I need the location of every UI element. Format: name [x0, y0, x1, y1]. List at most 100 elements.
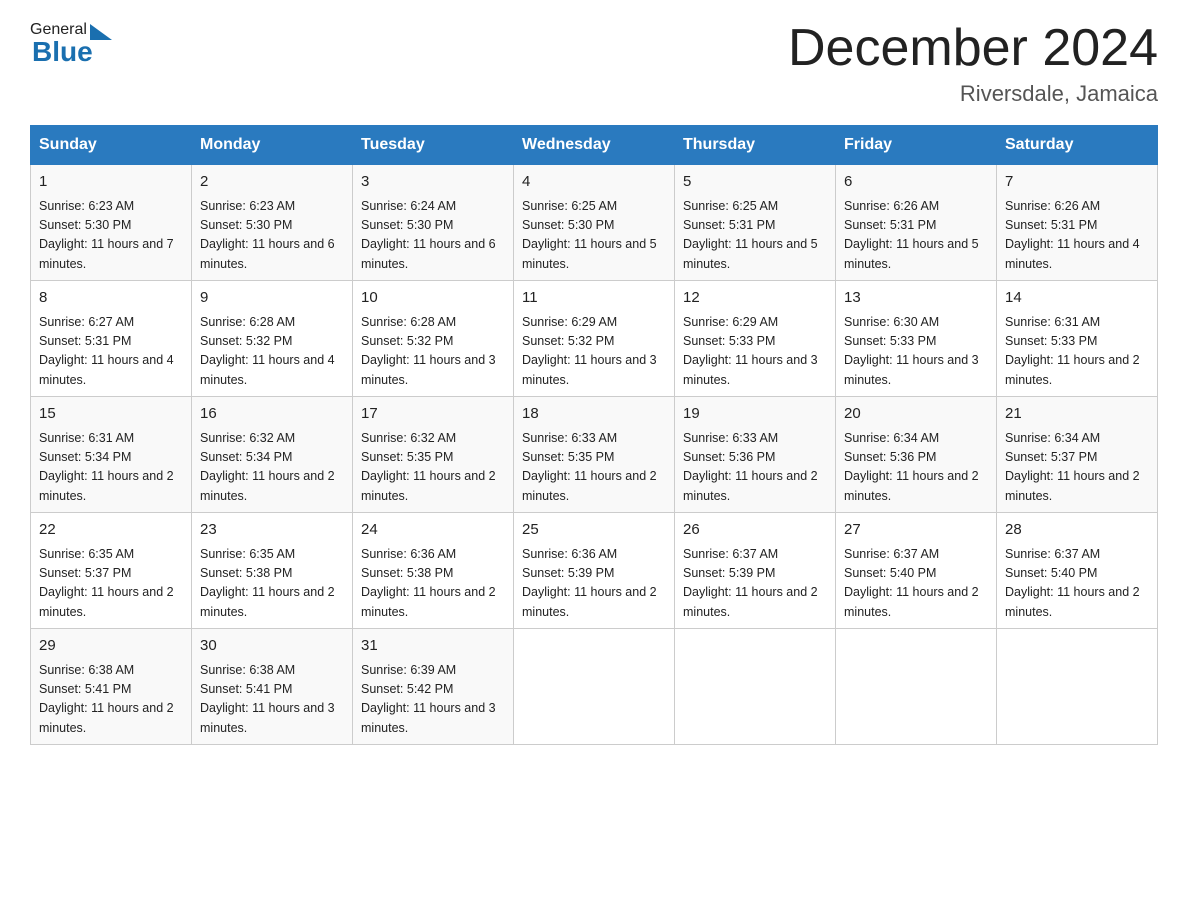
day-info: Sunrise: 6:33 AMSunset: 5:36 PMDaylight:… [683, 429, 827, 507]
day-info: Sunrise: 6:29 AMSunset: 5:33 PMDaylight:… [683, 313, 827, 391]
day-info: Sunrise: 6:33 AMSunset: 5:35 PMDaylight:… [522, 429, 666, 507]
calendar-cell: 18 Sunrise: 6:33 AMSunset: 5:35 PMDayligh… [514, 397, 675, 513]
day-number: 11 [522, 287, 666, 310]
day-number: 20 [844, 403, 988, 426]
day-number: 9 [200, 287, 344, 310]
calendar-cell: 16 Sunrise: 6:32 AMSunset: 5:34 PMDayligh… [192, 397, 353, 513]
calendar-cell [675, 629, 836, 745]
calendar-cell: 5 Sunrise: 6:25 AMSunset: 5:31 PMDaylight… [675, 165, 836, 281]
day-info: Sunrise: 6:29 AMSunset: 5:32 PMDaylight:… [522, 313, 666, 391]
day-number: 10 [361, 287, 505, 310]
day-number: 13 [844, 287, 988, 310]
calendar-cell: 2 Sunrise: 6:23 AMSunset: 5:30 PMDaylight… [192, 165, 353, 281]
calendar-cell: 30 Sunrise: 6:38 AMSunset: 5:41 PMDayligh… [192, 629, 353, 745]
header-right: December 2024 Riversdale, Jamaica [788, 20, 1158, 107]
calendar-cell: 29 Sunrise: 6:38 AMSunset: 5:41 PMDayligh… [31, 629, 192, 745]
day-number: 31 [361, 635, 505, 658]
calendar-cell: 12Sunrise: 6:29 AMSunset: 5:33 PMDayligh… [675, 281, 836, 397]
day-info: Sunrise: 6:25 AMSunset: 5:30 PMDaylight:… [522, 197, 666, 275]
day-info: Sunrise: 6:24 AMSunset: 5:30 PMDaylight:… [361, 197, 505, 275]
column-header-thursday: Thursday [675, 126, 836, 165]
day-info: Sunrise: 6:32 AMSunset: 5:35 PMDaylight:… [361, 429, 505, 507]
calendar-cell: 28 Sunrise: 6:37 AMSunset: 5:40 PMDayligh… [997, 513, 1158, 629]
calendar-header-row: SundayMondayTuesdayWednesdayThursdayFrid… [31, 126, 1158, 165]
day-number: 25 [522, 519, 666, 542]
calendar-cell: 14Sunrise: 6:31 AMSunset: 5:33 PMDayligh… [997, 281, 1158, 397]
day-number: 27 [844, 519, 988, 542]
day-info: Sunrise: 6:36 AMSunset: 5:38 PMDaylight:… [361, 545, 505, 623]
calendar-week-row: 22Sunrise: 6:35 AMSunset: 5:37 PMDayligh… [31, 513, 1158, 629]
calendar-cell [997, 629, 1158, 745]
day-number: 2 [200, 171, 344, 194]
calendar-cell: 17 Sunrise: 6:32 AMSunset: 5:35 PMDayligh… [353, 397, 514, 513]
calendar-cell: 26Sunrise: 6:37 AMSunset: 5:39 PMDayligh… [675, 513, 836, 629]
day-number: 23 [200, 519, 344, 542]
day-info: Sunrise: 6:37 AMSunset: 5:40 PMDaylight:… [1005, 545, 1149, 623]
month-title: December 2024 [788, 20, 1158, 77]
calendar-cell: 1 Sunrise: 6:23 AMSunset: 5:30 PMDaylight… [31, 165, 192, 281]
calendar-cell [514, 629, 675, 745]
calendar-cell: 15 Sunrise: 6:31 AMSunset: 5:34 PMDayligh… [31, 397, 192, 513]
calendar-cell: 21 Sunrise: 6:34 AMSunset: 5:37 PMDayligh… [997, 397, 1158, 513]
calendar-cell: 4 Sunrise: 6:25 AMSunset: 5:30 PMDaylight… [514, 165, 675, 281]
day-info: Sunrise: 6:38 AMSunset: 5:41 PMDaylight:… [200, 661, 344, 739]
logo-blue-text: Blue [32, 36, 112, 68]
day-info: Sunrise: 6:28 AMSunset: 5:32 PMDaylight:… [200, 313, 344, 391]
day-number: 17 [361, 403, 505, 426]
calendar-week-row: 29 Sunrise: 6:38 AMSunset: 5:41 PMDayligh… [31, 629, 1158, 745]
day-info: Sunrise: 6:27 AMSunset: 5:31 PMDaylight:… [39, 313, 183, 391]
column-header-friday: Friday [836, 126, 997, 165]
day-number: 1 [39, 171, 183, 194]
column-header-tuesday: Tuesday [353, 126, 514, 165]
day-number: 16 [200, 403, 344, 426]
day-info: Sunrise: 6:25 AMSunset: 5:31 PMDaylight:… [683, 197, 827, 275]
day-info: Sunrise: 6:23 AMSunset: 5:30 PMDaylight:… [200, 197, 344, 275]
column-header-saturday: Saturday [997, 126, 1158, 165]
calendar-cell: 20 Sunrise: 6:34 AMSunset: 5:36 PMDayligh… [836, 397, 997, 513]
column-header-wednesday: Wednesday [514, 126, 675, 165]
day-info: Sunrise: 6:26 AMSunset: 5:31 PMDaylight:… [844, 197, 988, 275]
calendar-cell: 25 Sunrise: 6:36 AMSunset: 5:39 PMDayligh… [514, 513, 675, 629]
day-info: Sunrise: 6:23 AMSunset: 5:30 PMDaylight:… [39, 197, 183, 275]
day-info: Sunrise: 6:35 AMSunset: 5:38 PMDaylight:… [200, 545, 344, 623]
day-number: 26 [683, 519, 827, 542]
calendar-cell: 31 Sunrise: 6:39 AMSunset: 5:42 PMDayligh… [353, 629, 514, 745]
day-info: Sunrise: 6:37 AMSunset: 5:40 PMDaylight:… [844, 545, 988, 623]
calendar-cell: 8 Sunrise: 6:27 AMSunset: 5:31 PMDaylight… [31, 281, 192, 397]
day-info: Sunrise: 6:34 AMSunset: 5:37 PMDaylight:… [1005, 429, 1149, 507]
day-number: 19 [683, 403, 827, 426]
day-info: Sunrise: 6:38 AMSunset: 5:41 PMDaylight:… [39, 661, 183, 739]
day-info: Sunrise: 6:39 AMSunset: 5:42 PMDaylight:… [361, 661, 505, 739]
day-info: Sunrise: 6:30 AMSunset: 5:33 PMDaylight:… [844, 313, 988, 391]
day-number: 29 [39, 635, 183, 658]
day-info: Sunrise: 6:32 AMSunset: 5:34 PMDaylight:… [200, 429, 344, 507]
logo: General Blue [30, 20, 112, 68]
calendar-cell: 13 Sunrise: 6:30 AMSunset: 5:33 PMDayligh… [836, 281, 997, 397]
calendar-cell: 22Sunrise: 6:35 AMSunset: 5:37 PMDayligh… [31, 513, 192, 629]
day-number: 3 [361, 171, 505, 194]
page-header: General Blue December 2024 Riversdale, J… [30, 20, 1158, 107]
location: Riversdale, Jamaica [788, 81, 1158, 107]
calendar-cell [836, 629, 997, 745]
day-number: 30 [200, 635, 344, 658]
calendar-week-row: 15 Sunrise: 6:31 AMSunset: 5:34 PMDayligh… [31, 397, 1158, 513]
day-info: Sunrise: 6:31 AMSunset: 5:34 PMDaylight:… [39, 429, 183, 507]
day-number: 7 [1005, 171, 1149, 194]
day-number: 18 [522, 403, 666, 426]
day-number: 24 [361, 519, 505, 542]
day-info: Sunrise: 6:35 AMSunset: 5:37 PMDaylight:… [39, 545, 183, 623]
day-number: 28 [1005, 519, 1149, 542]
column-header-monday: Monday [192, 126, 353, 165]
day-number: 4 [522, 171, 666, 194]
day-info: Sunrise: 6:36 AMSunset: 5:39 PMDaylight:… [522, 545, 666, 623]
day-info: Sunrise: 6:28 AMSunset: 5:32 PMDaylight:… [361, 313, 505, 391]
calendar-table: SundayMondayTuesdayWednesdayThursdayFrid… [30, 125, 1158, 745]
day-info: Sunrise: 6:34 AMSunset: 5:36 PMDaylight:… [844, 429, 988, 507]
day-number: 5 [683, 171, 827, 194]
day-number: 21 [1005, 403, 1149, 426]
day-info: Sunrise: 6:26 AMSunset: 5:31 PMDaylight:… [1005, 197, 1149, 275]
day-number: 15 [39, 403, 183, 426]
column-header-sunday: Sunday [31, 126, 192, 165]
calendar-cell: 11 Sunrise: 6:29 AMSunset: 5:32 PMDayligh… [514, 281, 675, 397]
day-number: 8 [39, 287, 183, 310]
